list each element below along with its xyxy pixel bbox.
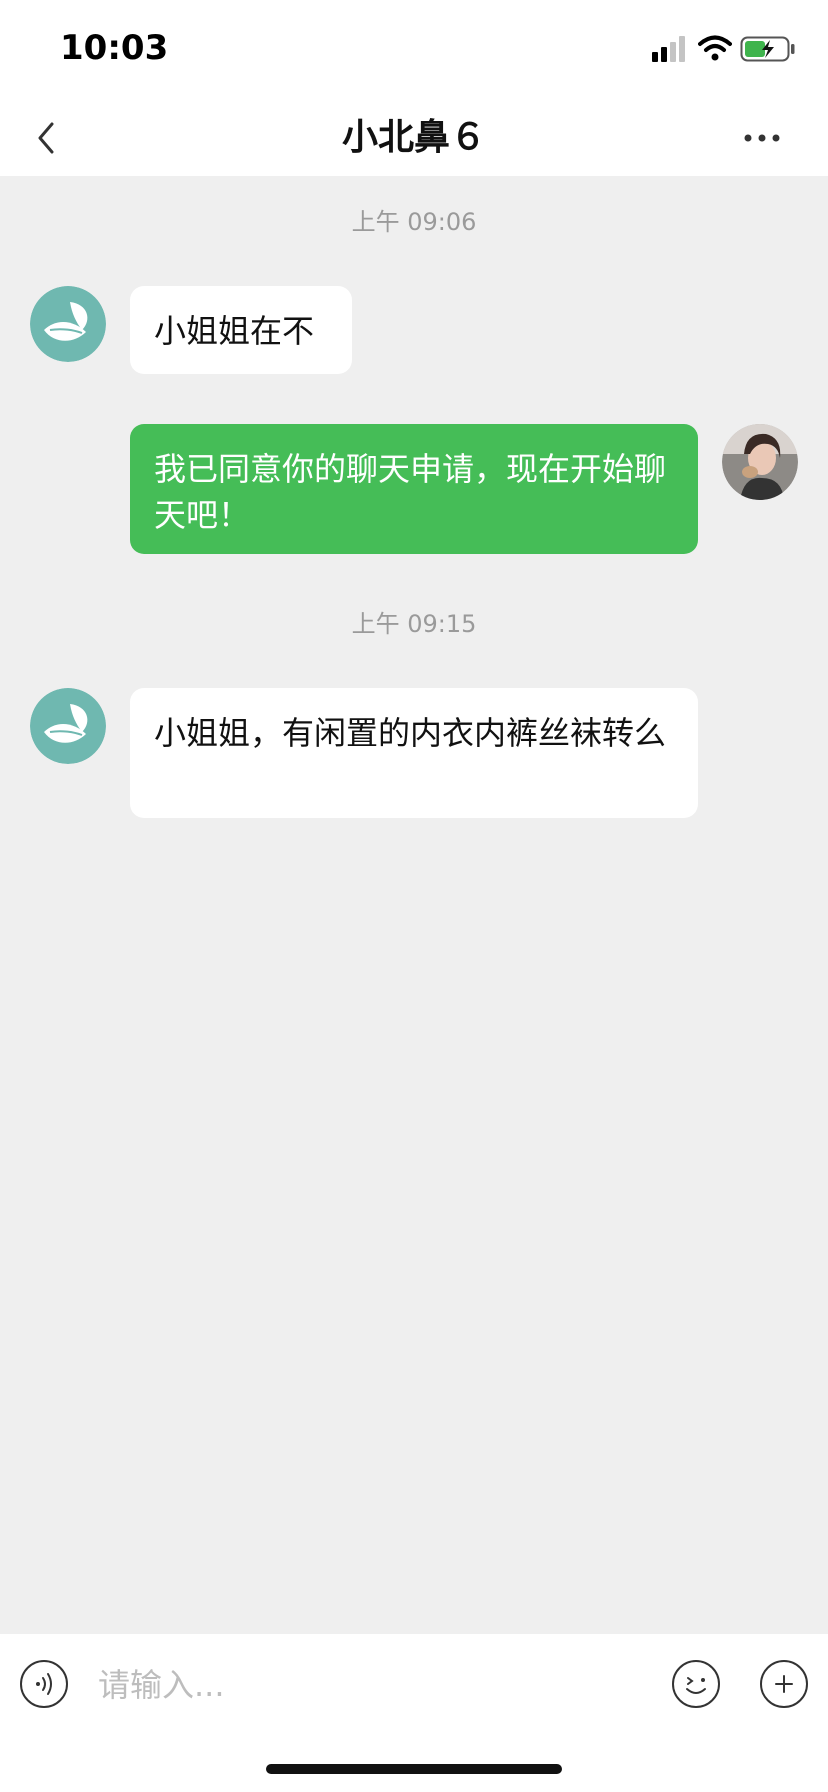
incoming-message[interactable]: 小姐姐，有闲置的内衣内裤丝袜转么 <box>130 688 698 818</box>
signal-icon <box>652 36 685 62</box>
message-timestamp: 上午 09:06 <box>351 208 477 236</box>
user-avatar[interactable] <box>722 424 798 500</box>
leaf-logo-icon <box>30 688 106 764</box>
incoming-message[interactable]: 小姐姐在不 <box>130 286 352 374</box>
user-photo-icon <box>722 424 798 500</box>
contact-avatar[interactable] <box>30 688 106 764</box>
chat-header: 小北鼻６ <box>0 100 828 176</box>
leaf-logo-icon <box>30 286 106 362</box>
outgoing-message[interactable]: 我已同意你的聊天申请，现在开始聊天吧！ <box>130 424 698 554</box>
more-dots-icon[interactable] <box>732 116 792 160</box>
wifi-icon <box>698 35 732 61</box>
emoji-button[interactable] <box>672 1660 720 1708</box>
contact-avatar[interactable] <box>30 286 106 362</box>
plus-icon <box>775 1675 793 1693</box>
voice-button[interactable] <box>20 1660 68 1708</box>
emoji-icon <box>686 1677 706 1694</box>
plus-button[interactable] <box>760 1660 808 1708</box>
home-indicator <box>266 1764 562 1774</box>
chevron-left-icon[interactable] <box>26 110 70 166</box>
status-time: 10:03 <box>60 28 169 68</box>
chat-title: 小北鼻６ <box>341 117 486 158</box>
battery-icon <box>740 36 795 62</box>
message-input[interactable] <box>96 1656 660 1714</box>
voice-icon <box>36 1673 52 1695</box>
message-timestamp: 上午 09:15 <box>351 610 477 638</box>
status-bar: 10:03 <box>0 0 828 100</box>
